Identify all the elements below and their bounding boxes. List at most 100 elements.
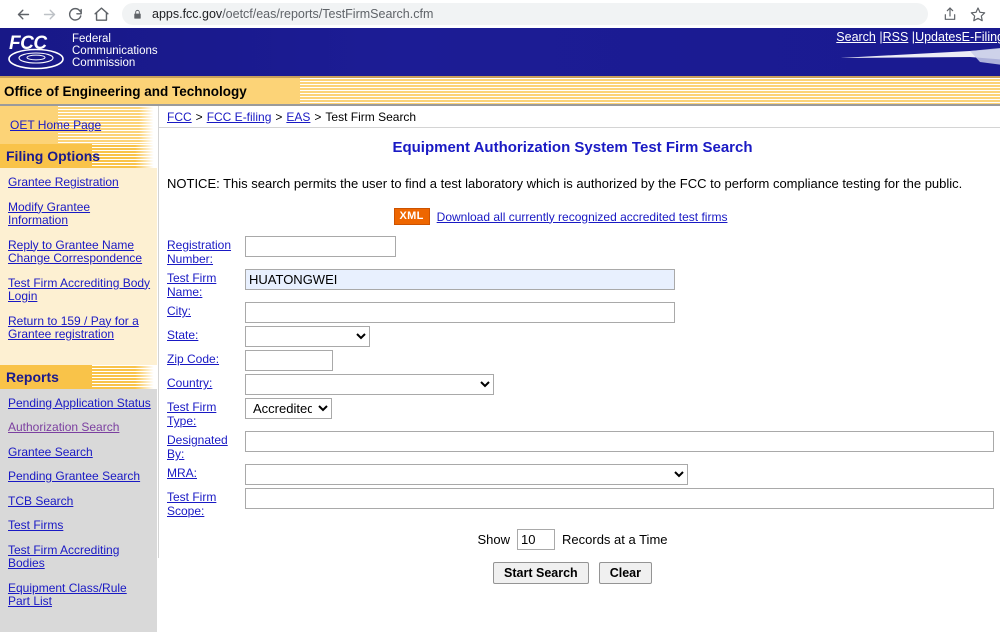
show-prefix-label: Show: [477, 532, 511, 547]
banner-links: Search |RSS |UpdatesE-Filing: [836, 30, 1000, 44]
form-row-country: Country:: [167, 374, 1000, 395]
reload-icon[interactable]: [62, 1, 88, 27]
state-select[interactable]: [245, 326, 370, 347]
form-row-state: State:: [167, 326, 1000, 347]
label-link-designated-by[interactable]: Designated By:: [167, 433, 228, 461]
form-row-test-firm-type: Test Firm Type: Accredited: [167, 398, 1000, 428]
page-body: OET Home Page Filing Options Grantee Reg…: [0, 106, 1000, 632]
records-count-input[interactable]: [517, 529, 556, 550]
notice-text: NOTICE: This search permits the user to …: [167, 176, 963, 191]
test-firm-scope-input[interactable]: [245, 488, 994, 509]
test-firm-search-form: Registration Number: Test Firm Name: Cit…: [159, 236, 1000, 584]
sidebar-item-equipment-class-rule-part-list[interactable]: Equipment Class/Rule Part List: [0, 581, 157, 609]
breadcrumb-separator: >: [314, 109, 322, 124]
forward-arrow-icon[interactable]: [36, 1, 62, 27]
sidebar-item-oet-home[interactable]: OET Home Page: [0, 118, 101, 132]
label-link-test-firm-type[interactable]: Test Firm Type:: [167, 400, 216, 428]
agency-line-2: Communications: [72, 45, 158, 58]
url-path: /oetcf/eas/reports/TestFirmSearch.cfm: [222, 7, 434, 21]
form-row-city: City:: [167, 302, 1000, 323]
label-link-zip-code[interactable]: Zip Code:: [167, 352, 219, 366]
label-link-registration-number[interactable]: Registration Number:: [167, 238, 231, 266]
sidebar-item-reply-grantee-name-change[interactable]: Reply to Grantee Name Change Corresponde…: [0, 238, 157, 266]
label-country: Country:: [167, 374, 245, 390]
sidebar-item-pending-grantee-search[interactable]: Pending Grantee Search: [0, 469, 157, 484]
sidebar-item-grantee-search[interactable]: Grantee Search: [0, 445, 157, 460]
lock-icon: [134, 9, 141, 19]
label-link-city[interactable]: City:: [167, 304, 191, 318]
sidebar-header-filing-label: Filing Options: [6, 148, 101, 164]
sidebar-item-return-to-159[interactable]: Return to 159 / Pay for a Grantee regist…: [0, 314, 157, 342]
mra-select[interactable]: [245, 464, 688, 485]
breadcrumb-current: Test Firm Search: [325, 109, 417, 124]
sidebar-header-filing-options: Filing Options: [0, 144, 157, 168]
label-registration-number: Registration Number:: [167, 236, 245, 266]
home-icon[interactable]: [88, 1, 114, 27]
banner-link-rss[interactable]: RSS: [883, 30, 909, 44]
oet-home-block[interactable]: OET Home Page: [0, 106, 157, 144]
sidebar-section-reports: Reports Pending Application Status Autho…: [0, 364, 157, 632]
breadcrumb-item-eas[interactable]: EAS: [286, 110, 310, 124]
sidebar-item-test-firms[interactable]: Test Firms: [0, 518, 157, 533]
start-search-button[interactable]: Start Search: [493, 562, 589, 584]
zip-code-input[interactable]: [245, 350, 333, 371]
label-link-country[interactable]: Country:: [167, 376, 212, 390]
banner-link-efiling[interactable]: E-Filing: [962, 30, 1000, 44]
label-mra: MRA:: [167, 464, 245, 480]
label-city: City:: [167, 302, 245, 318]
breadcrumb-item-fcc-efiling[interactable]: FCC E-filing: [207, 110, 272, 124]
label-test-firm-scope: Test Firm Scope:: [167, 488, 245, 518]
office-bar-title: Office of Engineering and Technology: [4, 83, 247, 99]
registration-number-input[interactable]: [245, 236, 396, 257]
label-link-test-firm-scope[interactable]: Test Firm Scope:: [167, 490, 216, 518]
form-row-registration-number: Registration Number:: [167, 236, 1000, 266]
sidebar-item-pending-application-status[interactable]: Pending Application Status: [0, 396, 157, 411]
breadcrumb-separator: >: [195, 109, 203, 124]
breadcrumb: FCC > FCC E-filing > EAS > Test Firm Sea…: [159, 106, 1000, 128]
fcc-logo: FCC Federal Communications Commission: [6, 32, 176, 74]
address-bar[interactable]: apps.fcc.gov/oetcf/eas/reports/TestFirmS…: [122, 3, 928, 25]
sidebar-item-test-firm-accrediting-bodies[interactable]: Test Firm Accrediting Bodies: [0, 543, 157, 571]
fcc-banner: FCC Federal Communications Commission Se…: [0, 28, 1000, 76]
office-bar: Office of Engineering and Technology: [0, 76, 1000, 106]
banner-link-search[interactable]: Search: [836, 30, 876, 44]
sidebar-header-reports: Reports: [0, 364, 157, 389]
city-input[interactable]: [245, 302, 675, 323]
test-firm-type-select[interactable]: Accredited: [245, 398, 332, 419]
label-zip-code: Zip Code:: [167, 350, 245, 366]
sidebar-item-grantee-registration[interactable]: Grantee Registration: [0, 175, 157, 190]
xml-download-link[interactable]: Download all currently recognized accred…: [437, 210, 728, 224]
country-select[interactable]: [245, 374, 494, 395]
label-link-test-firm-name[interactable]: Test Firm Name:: [167, 271, 216, 299]
label-link-mra[interactable]: MRA:: [167, 466, 197, 480]
back-arrow-icon[interactable]: [10, 1, 36, 27]
designated-by-input[interactable]: [245, 431, 994, 452]
clear-button[interactable]: Clear: [598, 562, 652, 584]
agency-line-1: Federal: [72, 33, 111, 45]
xml-download-row: XML Download all currently recognized ac…: [159, 208, 1000, 225]
label-test-firm-name: Test Firm Name:: [167, 269, 245, 299]
form-row-test-firm-name: Test Firm Name:: [167, 269, 1000, 299]
xml-icon: XML: [393, 208, 430, 225]
banner-link-updates[interactable]: Updates: [915, 30, 962, 44]
sidebar: OET Home Page Filing Options Grantee Reg…: [0, 106, 158, 632]
sidebar-item-test-firm-accrediting-body-login[interactable]: Test Firm Accrediting Body Login: [0, 276, 157, 304]
label-link-state[interactable]: State:: [167, 328, 198, 342]
url-text: apps.fcc.gov/oetcf/eas/reports/TestFirmS…: [152, 7, 433, 21]
form-row-zip-code: Zip Code:: [167, 350, 1000, 371]
sidebar-header-reports-label: Reports: [6, 368, 59, 385]
test-firm-name-input[interactable]: [245, 269, 675, 290]
fcc-logo-letters: FCC: [9, 33, 47, 54]
sidebar-item-authorization-search[interactable]: Authorization Search: [0, 420, 157, 435]
fcc-logo-mark: FCC: [6, 32, 68, 72]
banner-sep-1: |: [875, 30, 883, 44]
sidebar-item-tcb-search[interactable]: TCB Search: [0, 494, 157, 509]
banner-swoosh-icon: [840, 48, 1000, 65]
form-row-mra: MRA:: [167, 464, 1000, 485]
show-suffix-label: Records at a Time: [562, 532, 668, 547]
share-icon[interactable]: [938, 2, 962, 26]
breadcrumb-item-fcc[interactable]: FCC: [167, 110, 192, 124]
label-state: State:: [167, 326, 245, 342]
star-icon[interactable]: [966, 2, 990, 26]
sidebar-item-modify-grantee-information[interactable]: Modify Grantee Information: [0, 200, 157, 228]
